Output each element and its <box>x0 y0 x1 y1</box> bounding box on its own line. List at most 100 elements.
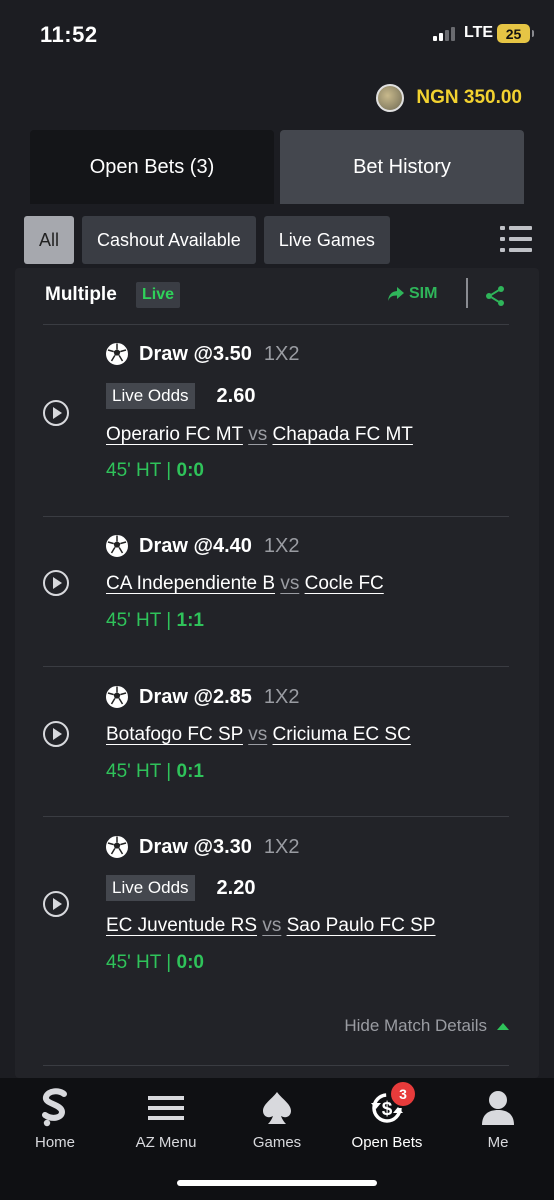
home-team[interactable]: Botafogo FC SP <box>106 724 243 745</box>
selection-row: Draw @3.30 1X2 <box>105 835 299 859</box>
vs-label: vs <box>248 424 268 445</box>
filter-cashout-available[interactable]: Cashout Available <box>82 216 256 264</box>
away-team[interactable]: Cocle FC <box>305 573 384 594</box>
match-separator <box>43 324 509 325</box>
live-odds-value: 2.60 <box>216 384 256 407</box>
nav-label: Me <box>487 1134 509 1151</box>
hide-match-details-button[interactable]: Hide Match Details <box>344 1016 509 1036</box>
play-icon[interactable] <box>43 570 69 596</box>
sporty-logo-icon <box>35 1086 75 1130</box>
match-item: Draw @3.50 1X2 Live Odds 2.60 Operario F… <box>43 338 509 518</box>
match-status: 45' HT | 1:1 <box>106 610 204 632</box>
live-odds-tag: Live Odds <box>106 383 195 409</box>
home-team[interactable]: EC Juventude RS <box>106 915 257 936</box>
vs-label: vs <box>280 573 300 594</box>
sim-button[interactable]: SIM <box>387 285 437 303</box>
match-item: Draw @4.40 1X2 CA Independiente B vs Coc… <box>43 530 509 670</box>
selection-row: Draw @3.50 1X2 <box>105 342 299 366</box>
sim-label: SIM <box>409 285 438 302</box>
svg-text:$: $ <box>382 1099 393 1120</box>
match-score: 0:1 <box>176 761 204 782</box>
match-time: 45' HT | <box>106 761 177 782</box>
caret-up-icon <box>497 1022 509 1030</box>
home-team[interactable]: Operario FC MT <box>106 424 243 445</box>
away-team[interactable]: Criciuma EC SC <box>273 724 411 745</box>
avatar[interactable] <box>376 84 405 112</box>
nav-open-bets[interactable]: $ 3 Open Bets <box>332 1078 442 1158</box>
nav-home[interactable]: Home <box>0 1078 110 1158</box>
nav-games[interactable]: Games <box>222 1078 332 1158</box>
play-icon[interactable] <box>43 891 69 917</box>
selection-name: Draw @3.30 <box>139 835 252 858</box>
filter-bar: All Cashout Available Live Games <box>24 216 390 264</box>
selection-name: Draw @4.40 <box>139 534 252 557</box>
market-name: 1X2 <box>263 685 300 708</box>
match-teams[interactable]: EC Juventude RS vs Sao Paulo FC SP <box>106 915 436 937</box>
spade-icon <box>257 1086 297 1130</box>
menu-icon <box>146 1086 186 1130</box>
tab-open-bets[interactable]: Open Bets (3) <box>30 130 274 204</box>
balance-amount: NGN 350.00 <box>416 87 522 108</box>
nav-me[interactable]: Me <box>443 1078 553 1158</box>
balance[interactable]: NGN 350.00 <box>376 84 522 112</box>
away-team[interactable]: Sao Paulo FC SP <box>287 915 436 936</box>
bet-card: Multiple Live SIM Draw @3.50 1X2 Live Od… <box>15 268 539 1078</box>
filter-all[interactable]: All <box>24 216 75 264</box>
match-teams[interactable]: Botafogo FC SP vs Criciuma EC SC <box>106 724 411 746</box>
away-team[interactable]: Chapada FC MT <box>272 424 412 445</box>
home-indicator <box>177 1180 377 1186</box>
live-odds-row: Live Odds 2.60 <box>106 383 255 409</box>
home-team[interactable]: CA Independiente B <box>106 573 275 594</box>
person-icon <box>478 1086 518 1130</box>
bet-type-title: Multiple <box>45 284 117 305</box>
share-arrow-icon <box>388 287 404 301</box>
filter-live-games[interactable]: Live Games <box>263 216 390 264</box>
market-name: 1X2 <box>263 835 300 858</box>
selection-row: Draw @2.85 1X2 <box>105 685 299 709</box>
nav-az-menu[interactable]: AZ Menu <box>111 1078 221 1158</box>
match-item: Draw @2.85 1X2 Botafogo FC SP vs Cricium… <box>43 681 509 821</box>
vs-label: vs <box>248 724 268 745</box>
hide-match-details-label: Hide Match Details <box>344 1016 487 1035</box>
match-score: 0:0 <box>176 952 204 973</box>
nav-label: Games <box>252 1134 302 1151</box>
share-icon[interactable] <box>483 284 507 308</box>
play-icon[interactable] <box>43 721 69 747</box>
match-separator <box>43 816 509 817</box>
signal-icon <box>433 27 455 41</box>
live-badge: Live <box>136 282 181 308</box>
match-score: 0:0 <box>176 460 204 481</box>
match-teams[interactable]: Operario FC MT vs Chapada FC MT <box>106 424 413 446</box>
live-odds-value: 2.20 <box>216 876 256 899</box>
selection-row: Draw @4.40 1X2 <box>105 534 299 558</box>
soccer-ball-icon <box>106 836 128 858</box>
list-view-icon[interactable] <box>500 224 532 254</box>
tab-bet-history[interactable]: Bet History <box>280 130 524 204</box>
network-label: LTE <box>464 24 494 41</box>
market-name: 1X2 <box>263 342 300 365</box>
nav-label: Open Bets <box>351 1134 423 1151</box>
nav-label: AZ Menu <box>135 1134 197 1151</box>
live-odds-row: Live Odds 2.20 <box>106 875 255 901</box>
vs-label: vs <box>262 915 282 936</box>
match-separator <box>43 666 509 667</box>
open-bets-icon: $ 3 <box>367 1082 415 1130</box>
selection-name: Draw @3.50 <box>139 342 252 365</box>
match-teams[interactable]: CA Independiente B vs Cocle FC <box>106 573 384 595</box>
bet-tabs: Open Bets (3) Bet History <box>30 130 524 204</box>
soccer-ball-icon <box>106 343 128 365</box>
match-time: 45' HT | <box>106 460 177 481</box>
match-status: 45' HT | 0:1 <box>106 761 204 783</box>
soccer-ball-icon <box>106 686 128 708</box>
header-divider <box>466 278 468 308</box>
selection-name: Draw @2.85 <box>139 685 252 708</box>
card-bottom-divider <box>43 1065 509 1066</box>
open-bets-badge: 3 <box>391 1082 415 1106</box>
status-bar: 11:52 LTE 25 <box>0 0 554 70</box>
match-status: 45' HT | 0:0 <box>106 460 204 482</box>
market-name: 1X2 <box>263 534 300 557</box>
match-item: Draw @3.30 1X2 Live Odds 2.20 EC Juventu… <box>43 831 509 1011</box>
play-icon[interactable] <box>43 400 69 426</box>
soccer-ball-icon <box>106 535 128 557</box>
match-time: 45' HT | <box>106 952 177 973</box>
